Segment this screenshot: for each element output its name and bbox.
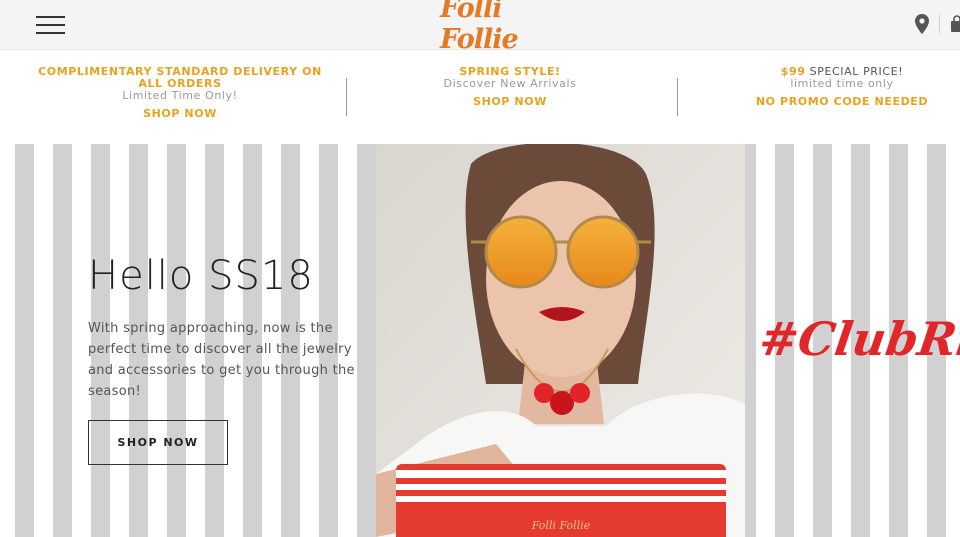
hero-model-photo[interactable]: Folli Follie: [376, 144, 745, 537]
promo-no-code-link[interactable]: NO PROMO CODE NEEDED: [712, 95, 960, 109]
shopping-bag-icon[interactable]: [950, 15, 960, 33]
promo-strip: COMPLIMENTARY STANDARD DELIVERY ON ALL O…: [0, 50, 960, 144]
promo-delivery: COMPLIMENTARY STANDARD DELIVERY ON ALL O…: [38, 66, 322, 121]
hamburger-menu-icon[interactable]: [36, 14, 66, 36]
promo-subtext: Discover New Arrivals: [443, 77, 577, 90]
hero-copy: Hello SS18 With spring approaching, now …: [88, 254, 368, 465]
hero-banner: Hello SS18 With spring approaching, now …: [15, 144, 960, 537]
club-riviera-hashtag: #ClubRivie: [756, 312, 960, 366]
site-header: Folli Follie: [0, 0, 960, 55]
promo-subtext: Limited Time Only!: [122, 89, 238, 102]
hero-shop-now-button[interactable]: SHOP NOW: [88, 420, 228, 465]
promo-special-price: $99 SPECIAL PRICE! limited time only NO …: [712, 66, 960, 109]
promo-headline: COMPLIMENTARY STANDARD DELIVERY ON ALL O…: [38, 65, 322, 90]
hero-description: With spring approaching, now is the perf…: [88, 321, 355, 399]
header-divider: [939, 15, 940, 33]
promo-spring-style: SPRING STYLE! Discover New Arrivals SHOP…: [372, 66, 648, 109]
promo-divider: [346, 78, 347, 116]
clutch-logo: Folli Follie: [531, 519, 591, 532]
promo-subtext: limited time only: [790, 77, 894, 90]
promo-divider: [677, 78, 678, 116]
promo-shop-now-link[interactable]: SHOP NOW: [372, 95, 648, 109]
hero-title: Hello SS18: [88, 253, 314, 299]
location-pin-icon[interactable]: [915, 14, 929, 34]
brand-logo[interactable]: Folli Follie: [440, 0, 580, 55]
promo-shop-now-link[interactable]: SHOP NOW: [38, 107, 322, 121]
header-utility-icons: [915, 13, 960, 35]
